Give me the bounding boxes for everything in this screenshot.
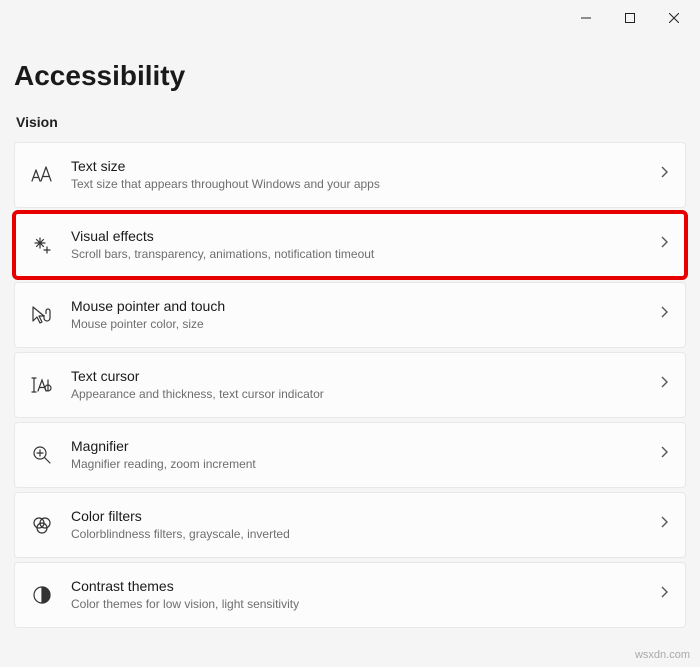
item-title: Text size (71, 157, 651, 175)
item-magnifier[interactable]: Magnifier Magnifier reading, zoom increm… (14, 422, 686, 488)
chevron-right-icon (659, 515, 669, 534)
maximize-button[interactable] (608, 3, 652, 33)
item-title: Mouse pointer and touch (71, 297, 651, 315)
chevron-right-icon (659, 165, 669, 184)
item-mouse-pointer[interactable]: Mouse pointer and touch Mouse pointer co… (14, 282, 686, 348)
item-color-filters[interactable]: Color filters Colorblindness filters, gr… (14, 492, 686, 558)
title-bar (0, 0, 700, 36)
text-cursor-icon (29, 372, 55, 398)
chevron-right-icon (659, 445, 669, 464)
page-content: Accessibility Vision Text size Text size… (0, 60, 700, 628)
chevron-right-icon (659, 585, 669, 604)
item-text: Color filters Colorblindness filters, gr… (71, 507, 651, 543)
item-title: Visual effects (71, 227, 651, 245)
item-text: Text size Text size that appears through… (71, 157, 651, 193)
close-button[interactable] (652, 3, 696, 33)
item-text-cursor[interactable]: Text cursor Appearance and thickness, te… (14, 352, 686, 418)
chevron-right-icon (659, 375, 669, 394)
watermark: wsxdn.com (635, 649, 690, 661)
item-visual-effects[interactable]: Visual effects Scroll bars, transparency… (14, 212, 686, 278)
item-subtitle: Magnifier reading, zoom increment (71, 456, 651, 473)
item-contrast-themes[interactable]: Contrast themes Color themes for low vis… (14, 562, 686, 628)
page-title: Accessibility (14, 60, 686, 92)
item-text: Mouse pointer and touch Mouse pointer co… (71, 297, 651, 333)
chevron-right-icon (659, 235, 669, 254)
section-label-vision: Vision (16, 114, 686, 130)
item-text-size[interactable]: Text size Text size that appears through… (14, 142, 686, 208)
item-title: Color filters (71, 507, 651, 525)
minimize-button[interactable] (564, 3, 608, 33)
item-title: Magnifier (71, 437, 651, 455)
sparkle-icon (29, 232, 55, 258)
item-title: Text cursor (71, 367, 651, 385)
magnifier-icon (29, 442, 55, 468)
item-subtitle: Colorblindness filters, grayscale, inver… (71, 526, 651, 543)
contrast-icon (29, 582, 55, 608)
item-subtitle: Text size that appears throughout Window… (71, 176, 651, 193)
color-filters-icon (29, 512, 55, 538)
chevron-right-icon (659, 305, 669, 324)
item-subtitle: Appearance and thickness, text cursor in… (71, 386, 651, 403)
item-text: Text cursor Appearance and thickness, te… (71, 367, 651, 403)
mouse-pointer-icon (29, 302, 55, 328)
item-text: Magnifier Magnifier reading, zoom increm… (71, 437, 651, 473)
item-title: Contrast themes (71, 577, 651, 595)
text-size-icon (29, 162, 55, 188)
item-text: Contrast themes Color themes for low vis… (71, 577, 651, 613)
item-subtitle: Color themes for low vision, light sensi… (71, 596, 651, 613)
item-subtitle: Mouse pointer color, size (71, 316, 651, 333)
item-subtitle: Scroll bars, transparency, animations, n… (71, 246, 651, 263)
item-text: Visual effects Scroll bars, transparency… (71, 227, 651, 263)
